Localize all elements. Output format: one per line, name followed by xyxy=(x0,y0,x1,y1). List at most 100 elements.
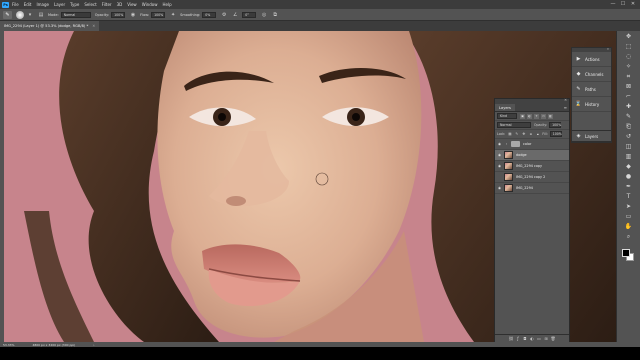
panel-close-icon[interactable]: ✕ xyxy=(564,98,567,102)
menu-select[interactable]: Select xyxy=(84,0,96,9)
delete-layer-icon[interactable]: 🗑︎ xyxy=(550,336,557,341)
lasso-tool-icon[interactable]: ◌ xyxy=(623,52,635,61)
menu-type[interactable]: Type xyxy=(70,0,79,9)
filter-type-icon[interactable]: T xyxy=(534,113,539,119)
visibility-eye-icon[interactable]: ◉ xyxy=(497,164,502,168)
filter-adjustment-icon[interactable]: ◐ xyxy=(527,113,532,119)
path-selection-tool-icon[interactable]: ➤ xyxy=(623,202,635,211)
new-layer-icon[interactable]: ⊞ xyxy=(543,336,550,341)
blur-tool-icon[interactable]: ◆ xyxy=(623,162,635,171)
dock-item-layers[interactable]: ◈ Layers xyxy=(571,130,612,142)
lock-pixels-icon[interactable]: ▦ xyxy=(507,132,512,136)
menu-filter[interactable]: Filter xyxy=(102,0,112,9)
layer-row-color[interactable]: ◉ › color xyxy=(495,139,569,150)
brush-tool-icon[interactable]: ✎ xyxy=(623,112,635,121)
eraser-tool-icon[interactable]: ◫ xyxy=(623,142,635,151)
minimize-icon[interactable]: — xyxy=(608,0,618,9)
layer-name: dodge xyxy=(516,153,527,157)
zoom-level[interactable]: 53.33% xyxy=(3,343,14,347)
visibility-eye-icon[interactable]: ◉ xyxy=(497,142,502,146)
foreground-color-swatch[interactable] xyxy=(622,249,630,257)
angle-field[interactable]: 0° xyxy=(242,11,257,18)
layer-opacity-field[interactable]: 100% xyxy=(549,122,561,128)
healing-brush-tool-icon[interactable]: ✚ xyxy=(623,102,635,111)
symmetry-icon[interactable]: ⧉ xyxy=(271,11,279,19)
close-icon[interactable]: ✕ xyxy=(628,0,638,9)
pressure-opacity-icon[interactable]: ◉ xyxy=(129,11,137,19)
document-tab[interactable]: IMG_2294 (Layer 1) @ 53.3% (dodge, RGB/8… xyxy=(0,21,100,31)
crop-tool-icon[interactable]: ⌗ xyxy=(623,72,635,81)
dock-item-paths[interactable]: ✎ Paths xyxy=(572,82,611,97)
opacity-field[interactable]: 100% xyxy=(111,11,126,18)
lock-position-icon[interactable]: ✥ xyxy=(521,132,526,136)
brush-settings-icon[interactable]: ▾ xyxy=(26,11,34,19)
dock-item-channels[interactable]: ◆ Channels xyxy=(572,67,611,82)
smoothing-field[interactable]: 0% xyxy=(202,11,217,18)
dodge-tool-icon[interactable]: ● xyxy=(623,172,635,181)
panel-menu-icon[interactable]: ≡ xyxy=(564,104,567,111)
lock-label: Lock: xyxy=(497,132,506,136)
menu-help[interactable]: Help xyxy=(162,0,171,9)
filter-pixel-icon[interactable]: ▣ xyxy=(520,113,525,119)
tab-layers[interactable]: Layers xyxy=(495,104,515,111)
lock-paint-icon[interactable]: ✎ xyxy=(514,132,519,136)
smoothing-label: Smoothing: xyxy=(180,12,201,17)
menu-edit[interactable]: Edit xyxy=(24,0,32,9)
frame-tool-icon[interactable]: ⊠ xyxy=(623,82,635,91)
layer-row-img-copy-2[interactable]: IMG_2294 copy 2 xyxy=(495,172,569,183)
menu-layer[interactable]: Layer xyxy=(54,0,65,9)
layers-panel-header[interactable]: ✕ xyxy=(495,98,569,104)
expand-chevron-icon[interactable]: › xyxy=(504,142,509,146)
menu-image[interactable]: Image xyxy=(36,0,49,9)
dock-item-actions[interactable]: ▶ Actions xyxy=(572,52,611,67)
airbrush-icon[interactable]: ✦ xyxy=(169,11,177,19)
clone-stamp-tool-icon[interactable]: ⎗ xyxy=(623,122,635,131)
pressure-size-icon[interactable]: ◎ xyxy=(260,11,268,19)
quick-select-tool-icon[interactable]: ✧ xyxy=(623,62,635,71)
shape-tool-icon[interactable]: ▭ xyxy=(623,212,635,221)
add-mask-icon[interactable]: ◘ xyxy=(522,336,529,341)
menu-file[interactable]: File xyxy=(12,0,19,9)
layer-row-dodge[interactable]: ◉ dodge xyxy=(495,150,569,161)
dock-header[interactable]: » xyxy=(572,47,611,52)
pen-tool-icon[interactable]: ✒ xyxy=(623,182,635,191)
lock-all-icon[interactable]: 🔒︎ xyxy=(535,132,540,136)
photoshop-logo[interactable]: Ps xyxy=(2,1,9,8)
filter-kind-select[interactable]: Kind xyxy=(497,113,517,119)
smoothing-gear-icon[interactable]: ⚙ xyxy=(220,11,228,19)
layer-row-img-copy[interactable]: ◉ IMG_2294 copy xyxy=(495,161,569,172)
zoom-tool-icon[interactable]: ⌕ xyxy=(623,232,635,241)
fill-field[interactable]: 100% xyxy=(549,131,562,137)
maximize-icon[interactable]: ☐ xyxy=(618,0,628,9)
hand-tool-icon[interactable]: ✋ xyxy=(623,222,635,231)
brush-panel-icon[interactable]: ▤ xyxy=(37,11,45,19)
filter-smart-object-icon[interactable]: ◧ xyxy=(548,113,553,119)
eyedropper-tool-icon[interactable]: ⌐ xyxy=(623,92,635,101)
type-tool-icon[interactable]: T xyxy=(623,192,635,201)
adjustment-layer-icon[interactable]: ◐ xyxy=(529,336,536,341)
brush-tool-preset-icon[interactable]: ✎ xyxy=(3,10,12,19)
gradient-tool-icon[interactable]: ▥ xyxy=(623,152,635,161)
menu-view[interactable]: View xyxy=(127,0,137,9)
new-group-icon[interactable]: ▭ xyxy=(536,336,543,341)
lock-artboard-icon[interactable]: ⧈ xyxy=(528,132,533,136)
close-tab-icon[interactable]: ✕ xyxy=(92,21,95,31)
layer-row-img[interactable]: ◉ IMG_2294 xyxy=(495,183,569,194)
layer-style-icon[interactable]: ƒ xyxy=(515,336,522,341)
flow-field[interactable]: 100% xyxy=(151,11,166,18)
visibility-eye-icon[interactable]: ◉ xyxy=(497,153,502,157)
menu-3d[interactable]: 3D xyxy=(117,0,123,9)
blend-mode-select[interactable]: Normal xyxy=(497,122,531,128)
mode-select[interactable]: Normal xyxy=(60,11,91,18)
history-brush-tool-icon[interactable]: ↺ xyxy=(623,132,635,141)
filter-shape-icon[interactable]: ▭ xyxy=(541,113,546,119)
dock-item-history[interactable]: ⌛ History xyxy=(572,97,611,112)
dock-collapse-icon[interactable]: » xyxy=(607,47,609,51)
menu-window[interactable]: Window xyxy=(142,0,158,9)
move-tool-icon[interactable]: ✥ xyxy=(623,32,635,41)
link-layers-icon[interactable]: ⛓ xyxy=(508,336,515,341)
visibility-eye-icon[interactable]: ◉ xyxy=(497,186,502,190)
status-menu-chevron-icon[interactable]: › xyxy=(93,343,94,347)
marquee-tool-icon[interactable]: ⬚ xyxy=(623,42,635,51)
brush-size-icon[interactable] xyxy=(16,10,24,19)
